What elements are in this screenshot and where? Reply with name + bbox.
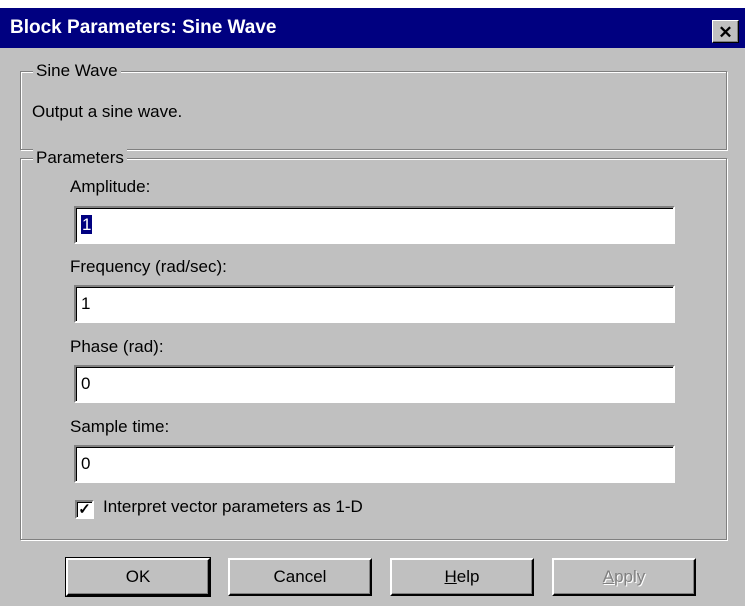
amplitude-value: 1 bbox=[81, 215, 93, 234]
frequency-value: 1 bbox=[81, 294, 91, 313]
phase-label: Phase (rad): bbox=[70, 337, 164, 356]
dialog-titlebar[interactable]: Block Parameters: Sine Wave ✕ bbox=[0, 8, 745, 48]
amplitude-input[interactable]: 1 bbox=[74, 206, 675, 244]
apply-button-label: pply bbox=[614, 567, 646, 586]
block-description-group: Sine Wave Output a sine wave. bbox=[20, 61, 727, 150]
help-button[interactable]: Help bbox=[390, 558, 534, 596]
phase-value: 0 bbox=[81, 374, 91, 393]
help-mnemonic: H bbox=[444, 567, 457, 586]
parameters-group-label: Parameters bbox=[33, 148, 127, 168]
apply-button[interactable]: Apply bbox=[552, 558, 696, 596]
cancel-button[interactable]: Cancel bbox=[228, 558, 372, 596]
amplitude-label: Amplitude: bbox=[70, 177, 151, 196]
close-icon: ✕ bbox=[718, 23, 733, 42]
block-description: Output a sine wave. bbox=[32, 102, 183, 121]
frequency-label: Frequency (rad/sec): bbox=[70, 257, 227, 276]
apply-mnemonic: A bbox=[602, 567, 615, 586]
cancel-button-label: Cancel bbox=[273, 567, 327, 586]
interpret-vector-label[interactable]: Interpret vector parameters as 1-D bbox=[103, 497, 363, 517]
sample-time-input[interactable]: 0 bbox=[74, 445, 675, 483]
ok-button-label: OK bbox=[125, 567, 151, 586]
sample-time-label: Sample time: bbox=[70, 417, 170, 436]
sample-time-value: 0 bbox=[81, 454, 91, 473]
phase-input[interactable]: 0 bbox=[74, 365, 675, 403]
frequency-input[interactable]: 1 bbox=[74, 285, 675, 323]
dialog-title: Block Parameters: Sine Wave bbox=[10, 17, 277, 38]
close-button[interactable]: ✕ bbox=[712, 20, 739, 43]
ok-button[interactable]: OK bbox=[65, 557, 211, 597]
help-button-label: elp bbox=[456, 567, 480, 586]
block-group-label: Sine Wave bbox=[33, 61, 121, 81]
interpret-vector-checkbox[interactable]: ✓ bbox=[75, 500, 94, 519]
checkmark-icon: ✓ bbox=[78, 501, 91, 518]
